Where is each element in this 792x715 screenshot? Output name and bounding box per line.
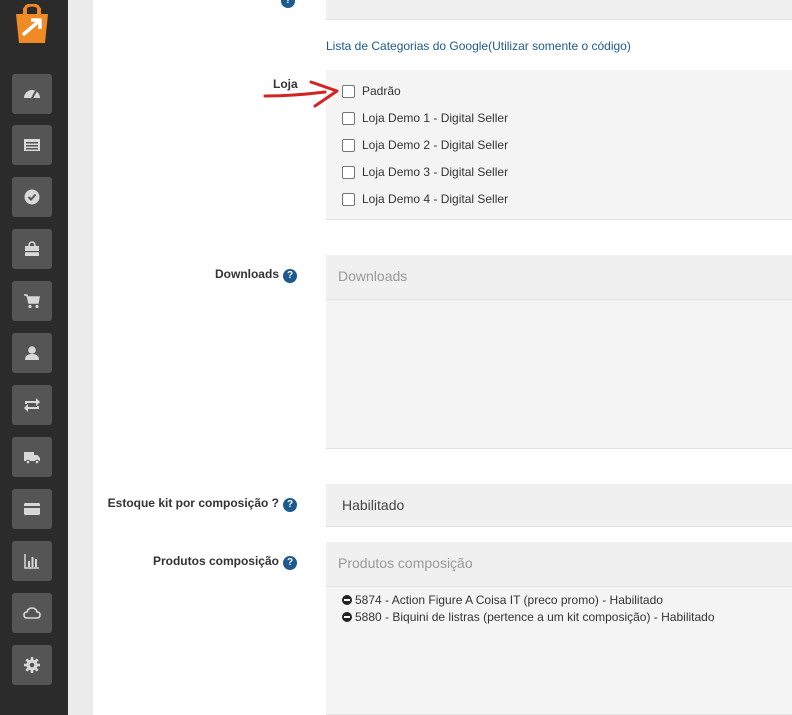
- app-logo[interactable]: [12, 3, 52, 46]
- loja-option-label: Loja Demo 3 - Digital Seller: [362, 165, 509, 179]
- chart-icon: [24, 554, 39, 569]
- credit-card-icon: [24, 503, 40, 515]
- sidebar: [0, 0, 68, 715]
- sidebar-item-cart[interactable]: [12, 281, 52, 321]
- shopping-bag-icon: [25, 241, 39, 256]
- sidebar-item-catalog[interactable]: [12, 125, 52, 165]
- sidebar-item-dashboard[interactable]: [12, 74, 52, 114]
- estoque-kit-label: Estoque kit por composição ??: [108, 496, 297, 512]
- remove-icon[interactable]: [342, 612, 352, 622]
- list-item: 5874 - Action Figure A Coisa IT (preco p…: [342, 593, 663, 607]
- loja-option[interactable]: Loja Demo 4 - Digital Seller: [342, 192, 508, 206]
- downloads-placeholder: Downloads: [338, 268, 408, 284]
- loja-option[interactable]: Padrão: [342, 84, 401, 98]
- produtos-composicao-placeholder: Produtos composição: [338, 555, 473, 571]
- loja-option-label: Padrão: [362, 84, 401, 98]
- truck-icon: [24, 452, 40, 465]
- remove-icon[interactable]: [342, 595, 352, 605]
- dashboard-icon: [24, 90, 40, 99]
- help-icon[interactable]: ?: [283, 498, 297, 512]
- user-icon: [25, 346, 39, 360]
- sidebar-item-cloud[interactable]: [12, 593, 52, 633]
- sidebar-item-settings[interactable]: [12, 645, 52, 685]
- checkbox[interactable]: [342, 165, 355, 179]
- loja-option-label: Loja Demo 2 - Digital Seller: [362, 138, 509, 152]
- google-category-field[interactable]: [326, 0, 792, 20]
- loja-option-label: Loja Demo 4 - Digital Seller: [362, 192, 509, 206]
- downloads-label: Downloads?: [215, 267, 297, 283]
- sidebar-item-user[interactable]: [12, 333, 52, 373]
- checkbox[interactable]: [342, 84, 355, 98]
- red-arrow-annotation: [263, 80, 339, 108]
- sidebar-item-reports[interactable]: [12, 541, 52, 581]
- list-item-label: 5874 - Action Figure A Coisa IT (preco p…: [355, 593, 663, 607]
- downloads-list: [326, 300, 792, 449]
- produtos-composicao-input[interactable]: Produtos composição: [326, 542, 792, 587]
- checkbox[interactable]: [342, 138, 355, 152]
- gear-icon: [24, 657, 40, 673]
- help-icon[interactable]: ?: [281, 0, 295, 8]
- google-category-label: ?: [277, 0, 295, 8]
- sidebar-item-check[interactable]: [12, 177, 52, 217]
- estoque-kit-value: Habilitado: [342, 497, 405, 513]
- exchange-icon: [24, 398, 40, 412]
- sidebar-item-shopping-bag[interactable]: [12, 229, 52, 269]
- cloud-icon: [23, 607, 41, 619]
- loja-option[interactable]: Loja Demo 1 - Digital Seller: [342, 111, 508, 125]
- loja-option-label: Loja Demo 1 - Digital Seller: [362, 111, 509, 125]
- help-icon[interactable]: ?: [283, 556, 297, 570]
- loja-option[interactable]: Loja Demo 3 - Digital Seller: [342, 165, 508, 179]
- produtos-composicao-label: Produtos composição?: [153, 554, 297, 570]
- sidebar-item-exchange[interactable]: [12, 385, 52, 425]
- sidebar-item-payment[interactable]: [12, 489, 52, 529]
- cart-icon: [24, 294, 40, 309]
- google-categories-link[interactable]: Lista de Categorias do Google(Utilizar s…: [326, 39, 631, 53]
- list-item-label: 5880 - Biquini de listras (pertence a um…: [355, 610, 715, 624]
- sidebar-item-truck[interactable]: [12, 437, 52, 477]
- produtos-composicao-list: 5874 - Action Figure A Coisa IT (preco p…: [326, 587, 792, 715]
- loja-option[interactable]: Loja Demo 2 - Digital Seller: [342, 138, 508, 152]
- list-item: 5880 - Biquini de listras (pertence a um…: [342, 610, 715, 624]
- downloads-input[interactable]: Downloads: [326, 255, 792, 300]
- product-form-panel: ? Lista de Categorias do Google(Utilizar…: [93, 0, 792, 715]
- check-icon: [24, 189, 40, 205]
- catalog-icon: [24, 139, 40, 151]
- estoque-kit-select[interactable]: Habilitado: [326, 484, 792, 527]
- help-icon[interactable]: ?: [283, 269, 297, 283]
- loja-options-box: Padrão Loja Demo 1 - Digital Seller Loja…: [326, 70, 792, 220]
- checkbox[interactable]: [342, 111, 355, 125]
- checkbox[interactable]: [342, 192, 355, 206]
